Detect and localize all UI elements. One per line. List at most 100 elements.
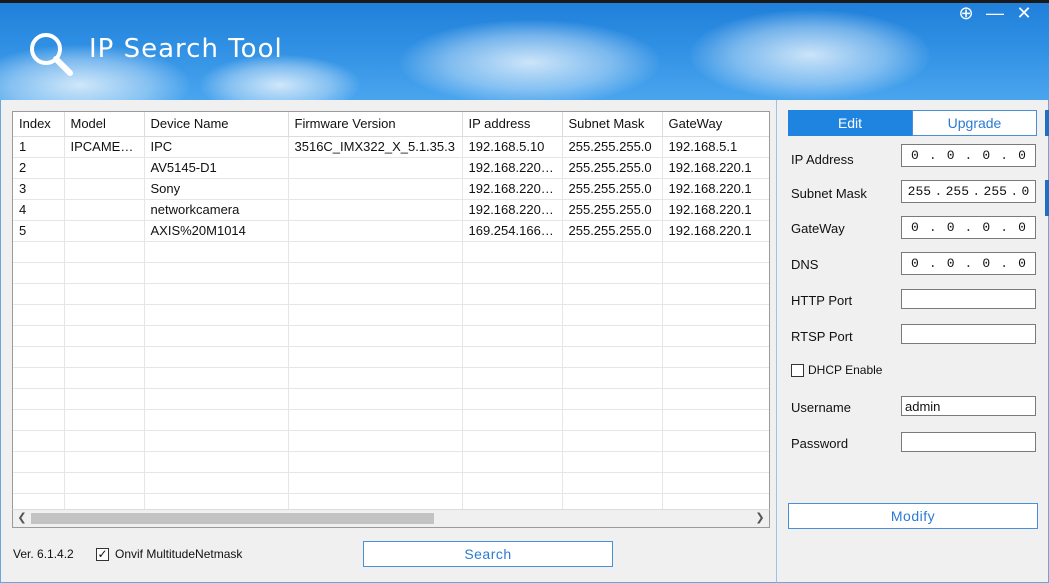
app-title: IP Search Tool [89, 34, 283, 64]
gateway-label: GateWay [791, 221, 845, 236]
table-cell [462, 409, 563, 431]
device-table: Index Model Device Name Firmware Version… [13, 112, 769, 515]
scroll-right-icon[interactable]: ❯ [752, 510, 768, 527]
octet[interactable]: 0 [947, 220, 955, 235]
table-cell [462, 262, 563, 284]
octet[interactable]: 0 [1018, 148, 1026, 163]
password-field[interactable] [901, 432, 1036, 452]
add-window-icon[interactable]: ⊕ [956, 4, 976, 22]
octet[interactable]: 0 [911, 256, 919, 271]
octet[interactable]: 0 [1018, 220, 1026, 235]
table-cell: Sony [144, 178, 289, 200]
close-button[interactable]: ✕ [1014, 4, 1034, 22]
empty-table-row [13, 451, 769, 473]
table-cell [288, 241, 463, 263]
table-cell [288, 220, 463, 242]
octet[interactable]: 255 [946, 184, 969, 199]
table-row[interactable]: 4 networkcamera 192.168.220.20 255.255.255.… [13, 199, 769, 221]
octet[interactable]: 0 [982, 220, 990, 235]
rtsp-port-label: RTSP Port [791, 329, 853, 344]
table-cell [288, 472, 463, 494]
rtsp-port-field[interactable] [901, 324, 1036, 344]
table-row[interactable]: 2 AV5145-D1 192.168.220.21 255.255.255.0 192… [13, 157, 769, 179]
table-cell [64, 241, 145, 263]
octet[interactable]: 0 [947, 148, 955, 163]
table-cell: AV5145-D1 [144, 157, 289, 179]
octet[interactable]: 255 [984, 184, 1007, 199]
table-cell [462, 283, 563, 305]
table-cell [562, 409, 663, 431]
dhcp-enable-label[interactable]: DHCP Enable [808, 363, 882, 377]
table-cell: 3 [13, 178, 65, 200]
table-cell: 192.168.220.1 [662, 178, 769, 200]
password-label: Password [791, 436, 849, 451]
username-field[interactable]: admin [901, 396, 1036, 416]
table-cell [13, 283, 65, 305]
table-cell [562, 472, 663, 494]
table-cell [13, 472, 65, 494]
table-cell: 3516C_IMX322_X_5.1.35.3 [288, 136, 463, 158]
table-cell [64, 304, 145, 326]
window-edge-accent [1045, 180, 1049, 216]
column-header-firmware-version[interactable]: Firmware Version [288, 112, 463, 137]
table-cell: 255.255.255.0 [562, 157, 663, 179]
tab-upgrade[interactable]: Upgrade [912, 110, 1037, 136]
empty-table-row [13, 241, 769, 263]
cloud-decoration [400, 20, 660, 100]
table-cell [144, 262, 289, 284]
http-port-field[interactable] [901, 289, 1036, 309]
table-row[interactable]: 1 IPCAMERA IPC 3516C_IMX322_X_5.1.35.3 192.1… [13, 136, 769, 158]
octet[interactable]: 0 [982, 256, 990, 271]
table-row[interactable]: 3 Sony 192.168.220.60 255.255.255.0 192.168.… [13, 178, 769, 200]
dns-field[interactable]: 0. 0. 0. 0 [901, 252, 1036, 275]
column-header-device-name[interactable]: Device Name [144, 112, 289, 137]
search-button[interactable]: Search [363, 541, 613, 567]
table-cell: 192.168.5.1 [662, 136, 769, 158]
scroll-left-icon[interactable]: ❮ [14, 510, 30, 527]
octet[interactable]: 0 [911, 220, 919, 235]
table-row[interactable]: 5 AXIS%20M1014 169.254.166.2... 255.255.255… [13, 220, 769, 242]
table-cell: 169.254.166.2... [462, 220, 563, 242]
octet[interactable]: 0 [982, 148, 990, 163]
octet[interactable]: 0 [1021, 184, 1029, 199]
subnet-mask-field[interactable]: 255. 255. 255. 0 [901, 180, 1036, 203]
dhcp-enable-checkbox[interactable] [791, 364, 804, 377]
table-cell [562, 388, 663, 410]
table-cell [13, 430, 65, 452]
top-strip [0, 0, 1049, 3]
table-cell [462, 325, 563, 347]
onvif-multitude-netmask-label[interactable]: Onvif MultitudeNetmask [115, 547, 242, 561]
gateway-field[interactable]: 0. 0. 0. 0 [901, 216, 1036, 239]
table-cell [662, 367, 769, 389]
ip-address-field[interactable]: 0. 0. 0. 0 [901, 144, 1036, 167]
scrollbar-thumb[interactable] [31, 513, 434, 524]
column-header-ip-address[interactable]: IP address [462, 112, 563, 137]
horizontal-scrollbar[interactable]: ❮ ❯ [12, 509, 770, 528]
checkmark-icon: ✓ [97, 547, 108, 561]
column-header-index[interactable]: Index [13, 112, 65, 137]
onvif-multitude-netmask-checkbox[interactable]: ✓ [96, 548, 109, 561]
octet[interactable]: 0 [1018, 256, 1026, 271]
table-cell [64, 430, 145, 452]
empty-table-row [13, 430, 769, 452]
edit-panel: Edit Upgrade IP Address 0. 0. 0. 0 Subne… [777, 100, 1049, 583]
table-cell [64, 451, 145, 473]
octet[interactable]: 0 [947, 256, 955, 271]
octet[interactable]: 0 [911, 148, 919, 163]
table-cell [662, 430, 769, 452]
table-cell [462, 241, 563, 263]
tab-edit[interactable]: Edit [788, 110, 912, 136]
table-cell [562, 304, 663, 326]
table-cell [64, 388, 145, 410]
column-header-subnet-mask[interactable]: Subnet Mask [562, 112, 663, 137]
table-cell: IPCAMERA [64, 136, 145, 158]
column-header-gateway[interactable]: GateWay [662, 112, 769, 137]
table-cell [662, 409, 769, 431]
octet[interactable]: 255 [908, 184, 931, 199]
table-cell: 4 [13, 199, 65, 221]
table-cell [662, 283, 769, 305]
column-header-model[interactable]: Model [64, 112, 145, 137]
table-cell [144, 304, 289, 326]
minimize-button[interactable]: — [985, 4, 1005, 22]
modify-button[interactable]: Modify [788, 503, 1038, 529]
